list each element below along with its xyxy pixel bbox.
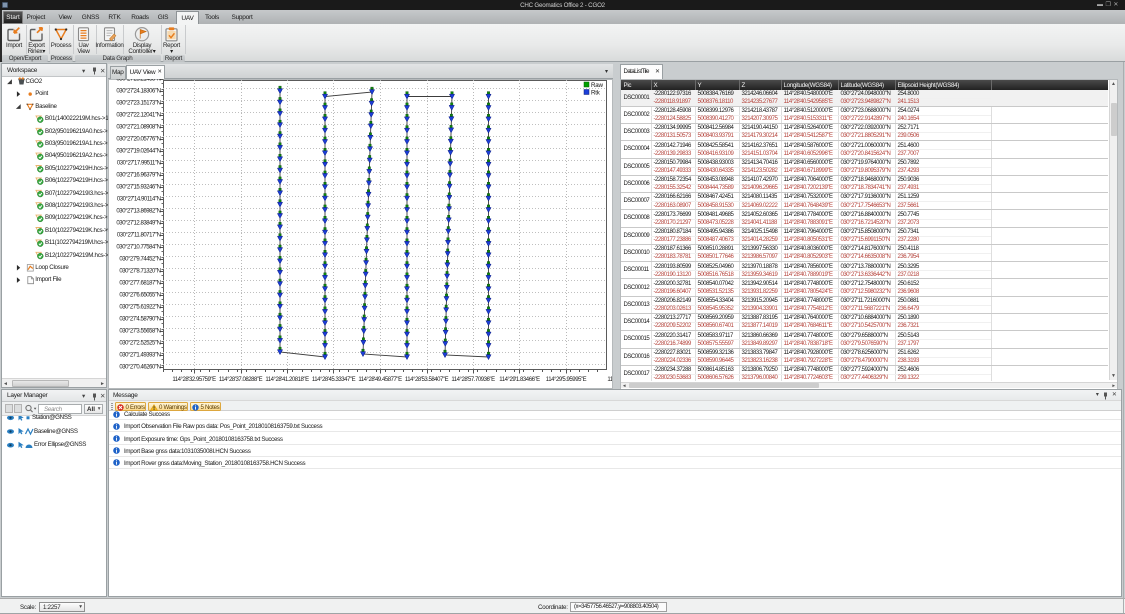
svg-text:030°27'15.93246"N: 030°27'15.93246"N [116,185,160,191]
svg-text:030°27'3.55658"N: 030°27'3.55658"N [119,329,160,335]
svg-text:030°27'6.65055"N: 030°27'6.65055"N [119,293,160,299]
svg-text:030°27'16.96379"N: 030°27'16.96379"N [116,173,160,179]
svg-text:030°27'8.71320"N: 030°27'8.71320"N [119,269,160,275]
svg-text:030°27'23.15173"N: 030°27'23.15173"N [116,101,160,107]
svg-text:114°28'41.20818"E: 114°28'41.20818"E [265,377,309,383]
svg-text:114°28'57.70936"E: 114°28'57.70936"E [451,377,495,383]
svg-text:030°27'2.52525"N: 030°27'2.52525"N [119,341,160,347]
svg-text:114°: 114° [607,377,612,383]
svg-text:030°27'20.05776"N: 030°27'20.05776"N [116,137,160,143]
svg-text:030°27'24.18306"N: 030°27'24.18306"N [116,89,160,95]
svg-text:114°28'53.58407"E: 114°28'53.58407"E [405,377,449,383]
svg-text:030°27'19.02644"N: 030°27'19.02644"N [116,149,160,155]
svg-text:030°27'22.12041"N: 030°27'22.12041"N [116,113,160,119]
svg-text:030°27'17.99511"N: 030°27'17.99511"N [117,161,161,167]
svg-text:114°28'45.33347"E: 114°28'45.33347"E [312,377,356,383]
svg-text:030°27'7.68187"N: 030°27'7.68187"N [119,281,160,287]
svg-text:114°29'1.83466"E: 114°29'1.83466"E [499,377,540,383]
svg-text:030°27'1.49393"N: 030°27'1.49393"N [119,353,160,359]
svg-text:114°28'37.08288"E: 114°28'37.08288"E [219,377,263,383]
svg-text:030°27'4.58790"N: 030°27'4.58790"N [119,317,160,323]
svg-text:030°27'9.74452"N: 030°27'9.74452"N [119,257,160,263]
svg-text:030°27'14.90114"N: 030°27'14.90114"N [117,197,161,203]
svg-text:030°27'13.86982"N: 030°27'13.86982"N [116,209,160,215]
svg-text:030°27'10.77584"N: 030°27'10.77584"N [116,245,160,251]
svg-text:Raw: Raw [591,82,604,89]
svg-text:030°27'12.83849"N: 030°27'12.83849"N [116,221,160,227]
svg-text:114°28'32.95759"E: 114°28'32.95759"E [172,377,216,383]
svg-text:030°27'21.08908"N: 030°27'21.08908"N [116,125,160,131]
svg-text:114°28'49.45877"E: 114°28'49.45877"E [358,377,402,383]
svg-text:030°27'5.61922"N: 030°27'5.61922"N [119,305,160,311]
svg-text:030°27'25.21458"N: 030°27'25.21458"N [116,79,160,83]
svg-text:114°29'5.95995"E: 114°29'5.95995"E [546,377,587,383]
svg-text:Rtk: Rtk [591,90,601,97]
svg-text:030°27'11.80717"N: 030°27'11.80717"N [117,233,161,239]
svg-text:030°27'0.46260"N: 030°27'0.46260"N [119,365,160,371]
